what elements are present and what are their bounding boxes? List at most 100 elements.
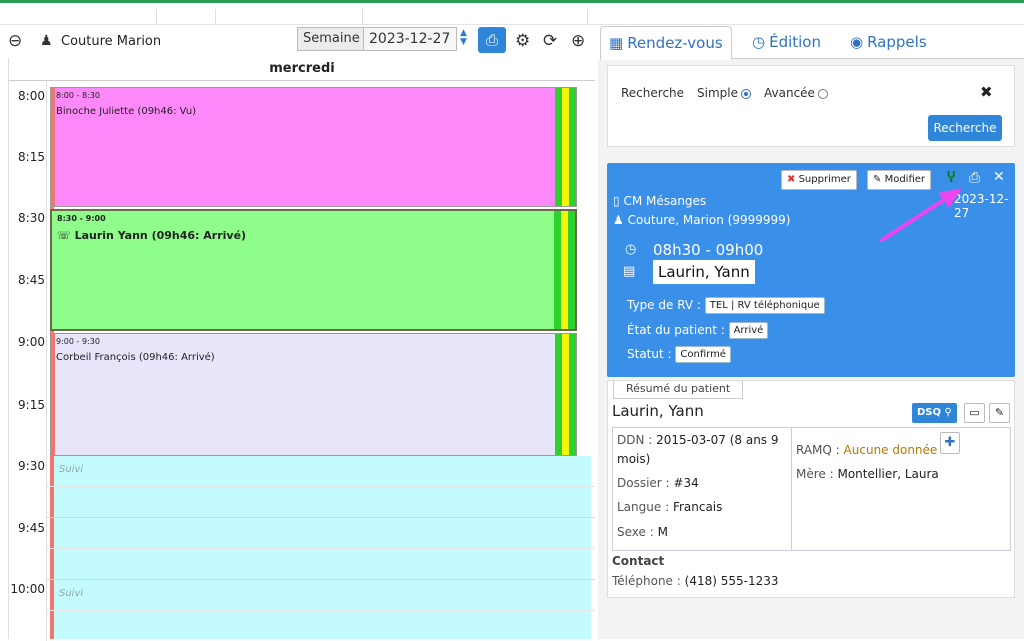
search-icon: ⚲ (944, 407, 952, 418)
field-label: Statut : (627, 347, 672, 361)
provider-name[interactable]: Couture Marion (61, 34, 161, 49)
phone-field: Téléphone : (418) 555-1233 (612, 574, 779, 588)
clock-icon: ◷ (625, 242, 637, 257)
radio-label: Simple (697, 86, 738, 100)
sexe-field: Sexe : M (617, 525, 668, 539)
status-value[interactable]: Confirmé (675, 346, 731, 363)
next-arrow-icon[interactable]: ⊕ (571, 31, 585, 51)
appointment-patient: Binoche Juliette (09h46: Vu) (56, 106, 197, 117)
time-label: 9:15 (18, 398, 45, 412)
radio-label: Avancée (764, 86, 815, 100)
check-circle-icon: ◉ (850, 33, 864, 51)
time-label: 10:00 (10, 582, 45, 596)
x-icon: ✖ (787, 174, 796, 185)
search-button[interactable]: Recherche (928, 115, 1002, 141)
radio-simple[interactable] (740, 88, 751, 99)
plus-icon: ✚ (944, 435, 956, 450)
pencil-icon: ✎ (994, 406, 1005, 419)
refresh-icon[interactable]: ⟳ (543, 31, 557, 51)
pencil-icon: ✎ (873, 174, 882, 185)
tab-patient-summary[interactable]: Résumé du patient (613, 381, 744, 399)
patient-state-value[interactable]: Arrivé (728, 322, 769, 339)
branch-icon[interactable]: Ⴤ (947, 170, 955, 186)
user-icon: ♟ (613, 213, 624, 227)
appointment-time: 8:30 - 9:00 (57, 214, 106, 223)
top-bar (0, 3, 1024, 25)
date-spinner-icon[interactable]: ▲ ▼ (460, 29, 467, 47)
field-label: État du patient : (627, 323, 725, 337)
modify-button[interactable]: ✎ Modifier (867, 170, 932, 190)
tab-edition[interactable]: ◷ Édition (752, 26, 821, 59)
tab-label: Édition (769, 33, 821, 51)
time-label: 8:15 (18, 150, 45, 164)
previous-arrow-icon[interactable]: ⊖ (8, 31, 22, 51)
building-icon: ▯ (613, 194, 620, 208)
button-label: Modifier (884, 174, 926, 185)
patient-info-table: DDN : 2015-03-07 (8 ans 9 mois) Dossier … (612, 427, 1011, 551)
appointment-date: 2023-12-27 (954, 192, 1009, 220)
time-label: 8:30 (18, 211, 45, 225)
patient-name[interactable]: Laurin, Yann (653, 260, 755, 284)
tab-rappels[interactable]: ◉ Rappels (850, 26, 927, 59)
appointment-time-range: 08h30 - 09h00 (653, 241, 764, 259)
print-button[interactable]: ⎙ (478, 27, 506, 53)
langue-field: Langue : Francais (617, 500, 723, 514)
clinic-name: ▯ CM Mésanges (613, 194, 707, 208)
dossier-field: Dossier : #34 (617, 476, 699, 490)
provider-icon: ♟ (40, 33, 53, 49)
appointment-patient: ☏ Laurin Yann (09h46: Arrivé) (57, 229, 247, 242)
search-mode-advanced[interactable]: Avancée (764, 86, 828, 100)
delete-button[interactable]: ✖ Supprimer (781, 170, 857, 190)
tab-rendezvous[interactable]: ▦ Rendez-vous (600, 26, 732, 60)
time-label: 8:00 (18, 89, 45, 103)
tab-label: Rappels (867, 33, 927, 51)
tab-bar: ▦ Rendez-vous ◷ Édition ◉ Rappels (600, 26, 1024, 60)
id-card-icon: ▤ (623, 264, 636, 279)
day-calendar: mercredi 8:00 8:15 8:30 8:45 9:00 9:15 9… (8, 58, 595, 641)
view-select[interactable]: Semaine (297, 27, 366, 51)
rv-type-row: Type de RV : TEL | RV téléphonique (627, 297, 825, 314)
summary-patient-name: Laurin, Yann (612, 402, 704, 420)
appointment-block-selected[interactable]: 8:30 - 9:00 ☏ Laurin Yann (09h46: Arrivé… (50, 209, 577, 331)
time-column: 8:00 8:15 8:30 8:45 9:00 9:15 9:30 9:45 … (9, 81, 47, 641)
ramq-field: RAMQ : Aucune donnée (796, 443, 938, 457)
button-label: Supprimer (798, 174, 851, 185)
time-label: 9:00 (18, 335, 45, 349)
search-panel: Recherche Simple Avancée ✖ Recherche (607, 65, 1015, 147)
printer-icon: ⎙ (485, 31, 498, 49)
search-label: Recherche (621, 86, 685, 100)
tab-label: Rendez-vous (627, 34, 723, 52)
dsq-button[interactable]: DSQ ⚲ (912, 403, 957, 423)
close-icon[interactable]: ✖ (980, 83, 993, 101)
folder-icon: ▭ (969, 406, 980, 419)
calendar-toolbar: ⊖ ♟ Couture Marion Semaine 2023-12-27 ▲ ▼… (0, 26, 598, 58)
day-header: mercredi (9, 58, 595, 81)
folder-button[interactable]: ▭ (964, 403, 985, 423)
add-ramq-button[interactable]: ✚ (940, 432, 960, 454)
slot-label: Suivi (59, 588, 84, 599)
appointment-time: 8:00 - 8:30 (56, 91, 100, 100)
calendar-icon: ▦ (609, 34, 624, 52)
close-icon[interactable]: ✕ (993, 169, 1005, 185)
date-field[interactable]: 2023-12-27 (363, 27, 457, 51)
time-label: 9:30 (18, 459, 45, 473)
appointment-block[interactable]: 8:00 - 8:30 Binoche Juliette (09h46: Vu) (50, 87, 577, 207)
appointment-time: 9:00 - 9:30 (56, 337, 100, 346)
search-mode-simple[interactable]: Simple (697, 86, 751, 100)
mere-field: Mère : Montellier, Laura (796, 467, 939, 481)
printer-icon[interactable]: ⎙ (969, 170, 980, 186)
radio-advanced[interactable] (817, 88, 828, 99)
time-label: 8:45 (18, 273, 45, 287)
ddn-field: DDN : 2015-03-07 (8 ans 9 mois) (617, 433, 779, 466)
clock-icon: ◷ (752, 33, 766, 51)
rv-type-value[interactable]: TEL | RV téléphonique (704, 297, 825, 314)
appointment-block[interactable]: 9:00 - 9:30 Corbeil François (09h46: Arr… (50, 333, 577, 456)
appointment-patient: Corbeil François (09h46: Arrivé) (56, 352, 215, 363)
edit-button[interactable]: ✎ (989, 403, 1010, 423)
slot-label: Suivi (59, 464, 84, 475)
status-row: Statut : Confirmé (627, 346, 731, 363)
patient-summary: Résumé du patient Laurin, Yann DSQ ⚲ ▭ ✎… (607, 380, 1015, 598)
gear-icon[interactable]: ⚙ (515, 31, 530, 51)
patient-state-row: État du patient : Arrivé (627, 322, 769, 339)
appointment-details-card: ✖ Supprimer ✎ Modifier Ⴤ ⎙ ✕ ▯ CM Mésang… (607, 163, 1015, 377)
